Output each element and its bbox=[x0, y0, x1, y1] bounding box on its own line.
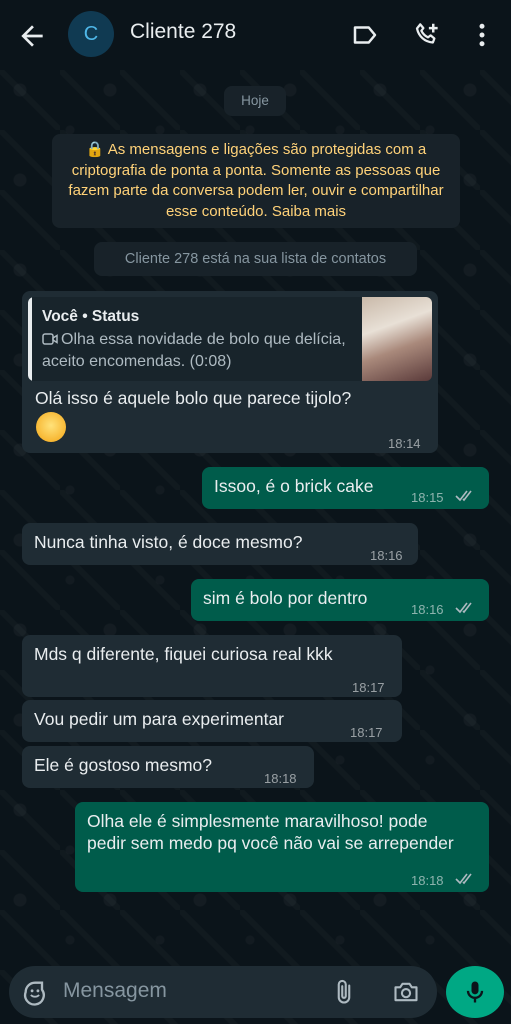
sticker-icon[interactable] bbox=[21, 978, 49, 1006]
message-time: 18:16 bbox=[411, 602, 444, 617]
message-bubble-outgoing[interactable]: Olha ele é simplesmente maravilhoso! pod… bbox=[75, 802, 489, 892]
encryption-notice[interactable]: 🔒 As mensagens e ligações são protegidas… bbox=[52, 134, 460, 228]
message-input[interactable]: Mensagem bbox=[63, 979, 167, 1003]
message-bubble-incoming[interactable]: Nunca tinha visto, é doce mesmo? 18:16 bbox=[22, 523, 418, 565]
attach-icon[interactable] bbox=[330, 978, 358, 1006]
read-ticks-icon bbox=[455, 602, 472, 614]
message-text: Issoo, é o brick cake bbox=[214, 476, 374, 496]
back-arrow-icon[interactable] bbox=[16, 20, 48, 52]
message-time: 18:18 bbox=[411, 873, 444, 888]
message-text: Nunca tinha visto, é doce mesmo? bbox=[34, 532, 303, 552]
video-icon bbox=[42, 333, 58, 345]
message-text: Olha ele é simplesmente maravilhoso! pod… bbox=[87, 811, 454, 853]
message-time: 18:18 bbox=[264, 771, 297, 786]
mic-icon bbox=[466, 981, 484, 1003]
message-list[interactable]: Hoje 🔒 As mensagens e ligações são prote… bbox=[0, 70, 511, 955]
quote-bar bbox=[28, 297, 32, 381]
grinning-sweat-emoji bbox=[36, 412, 66, 442]
chat-header: C Cliente 278 bbox=[0, 0, 511, 70]
message-composer[interactable]: Mensagem bbox=[9, 966, 437, 1018]
message-text: Vou pedir um para experimentar bbox=[34, 709, 284, 729]
day-label: Hoje bbox=[224, 86, 286, 116]
message-time: 18:17 bbox=[350, 725, 383, 740]
message-bubble-outgoing[interactable]: Issoo, é o brick cake 18:15 bbox=[202, 467, 489, 509]
avatar-letter: C bbox=[83, 22, 99, 45]
message-time: 18:15 bbox=[411, 490, 444, 505]
voice-record-button[interactable] bbox=[446, 966, 504, 1018]
message-bubble-incoming[interactable]: Vou pedir um para experimentar 18:17 bbox=[22, 700, 402, 742]
message-bubble-outgoing[interactable]: sim é bolo por dentro 18:16 bbox=[191, 579, 489, 621]
quote-author: Você • Status bbox=[42, 308, 140, 325]
status-thumbnail bbox=[362, 297, 432, 381]
add-call-icon[interactable] bbox=[412, 20, 442, 50]
quoted-status[interactable]: Você • Status Olha essa novidade de bolo… bbox=[28, 297, 432, 381]
message-bubble-incoming[interactable]: Você • Status Olha essa novidade de bolo… bbox=[22, 291, 438, 453]
message-text: Ele é gostoso mesmo? bbox=[34, 755, 213, 775]
more-vert-icon[interactable] bbox=[467, 20, 497, 50]
read-ticks-icon bbox=[455, 490, 472, 502]
message-bubble-incoming[interactable]: Mds q diferente, fiquei curiosa real kkk… bbox=[22, 635, 402, 697]
message-bubble-incoming[interactable]: Ele é gostoso mesmo? 18:18 bbox=[22, 746, 314, 788]
message-text: Olá isso é aquele bolo que parece tijolo… bbox=[35, 388, 352, 408]
read-ticks-icon bbox=[455, 873, 472, 885]
message-time: 18:16 bbox=[370, 548, 403, 563]
quote-text: Olha essa novidade de bolo que delícia, … bbox=[42, 329, 352, 373]
camera-icon[interactable] bbox=[392, 978, 420, 1006]
contact-notice: Cliente 278 está na sua lista de contato… bbox=[94, 242, 417, 276]
message-text: sim é bolo por dentro bbox=[203, 588, 368, 608]
quote-text-content: Olha essa novidade de bolo que delícia, … bbox=[42, 331, 346, 370]
contact-name[interactable]: Cliente 278 bbox=[130, 20, 236, 44]
message-time: 18:14 bbox=[388, 436, 421, 451]
label-icon[interactable] bbox=[350, 20, 380, 50]
message-time: 18:17 bbox=[352, 680, 385, 695]
avatar[interactable]: C bbox=[68, 11, 114, 57]
message-text: Mds q diferente, fiquei curiosa real kkk bbox=[34, 644, 333, 664]
